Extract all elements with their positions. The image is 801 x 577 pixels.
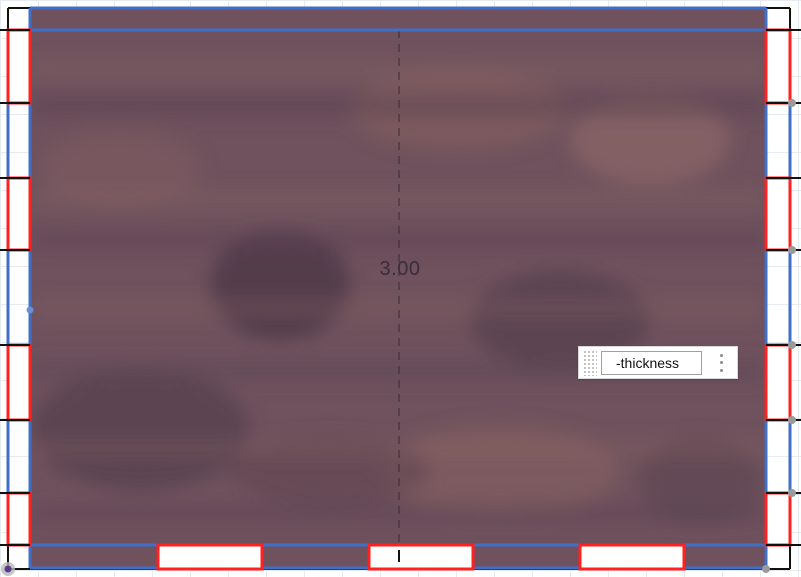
wood-panel[interactable] xyxy=(30,7,766,569)
right-finger-joints xyxy=(764,28,792,547)
menu-dot xyxy=(719,368,723,372)
drag-grip-icon[interactable] xyxy=(583,350,597,376)
bottom-finger-joints xyxy=(156,543,686,571)
kebab-menu-icon[interactable] xyxy=(713,352,729,374)
dimension-value-input[interactable] xyxy=(601,351,702,375)
menu-dot xyxy=(719,354,723,358)
left-finger-joints xyxy=(6,28,32,547)
menu-dot xyxy=(719,361,723,365)
parameter-input-box xyxy=(578,346,738,379)
origin-point-icon[interactable] xyxy=(1,562,15,576)
cad-canvas[interactable] xyxy=(0,0,801,577)
dimension-label[interactable]: 3.00 xyxy=(368,258,432,281)
